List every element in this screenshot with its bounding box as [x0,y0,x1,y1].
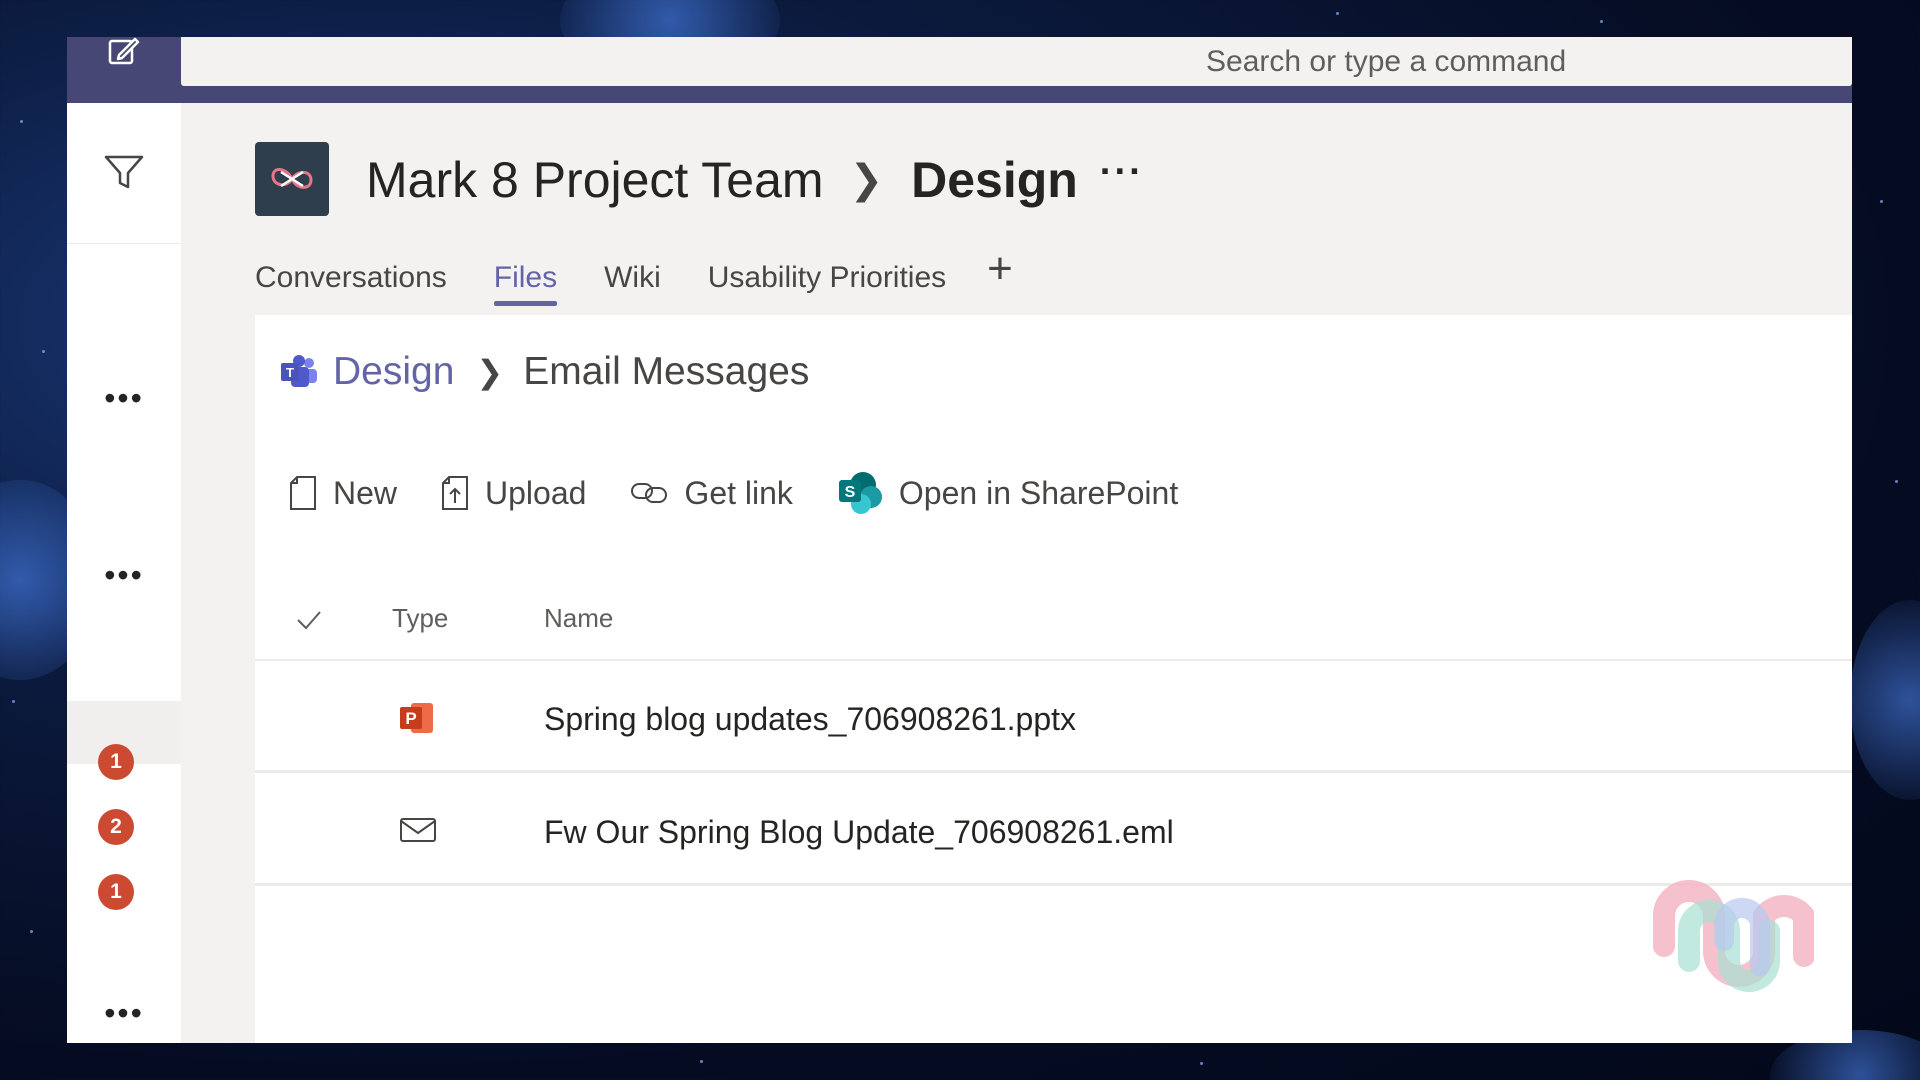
search-input[interactable] [181,37,1852,86]
svg-text:P: P [405,709,416,728]
filter-button[interactable] [67,103,181,244]
table-row[interactable]: P Spring blog updates_706908261.pptx [255,663,1852,773]
tab-files[interactable]: Files [493,245,558,306]
new-button-label: New [333,474,398,511]
notification-badge: 1 [98,744,134,780]
sharepoint-icon: S [837,470,883,516]
top-bar [67,37,1852,103]
open-in-sharepoint-button[interactable]: S Open in SharePoint [837,470,1178,516]
tab-usability-priorities[interactable]: Usability Priorities [708,245,946,305]
teams-icon: T [281,355,317,387]
file-name[interactable]: Spring blog updates_706908261.pptx [544,701,1076,738]
more-options-icon[interactable]: ··· [1100,151,1144,194]
more-options-icon[interactable]: ••• [67,382,181,418]
filter-icon [104,155,144,189]
tab-conversations[interactable]: Conversations [255,245,447,305]
file-name[interactable]: Fw Our Spring Blog Update_706908261.eml [544,814,1174,851]
notification-badge: 2 [98,809,134,845]
left-rail: ••• ••• 1 2 1 ••• [67,103,181,1043]
breadcrumb-current: Email Messages [523,350,810,393]
select-all-checkmark-icon[interactable] [295,607,323,638]
get-link-button[interactable]: Get link [630,474,793,512]
breadcrumb-root-link[interactable]: Design [333,350,454,394]
team-name[interactable]: Mark 8 Project Team [366,151,824,209]
team-avatar [255,142,329,216]
compose-button[interactable] [67,37,181,103]
teams-window: ••• ••• 1 2 1 ••• Mark 8 Project Team ❯ … [67,37,1852,1043]
chevron-right-icon: ❯ [476,354,504,390]
new-document-icon [289,475,317,511]
column-header-type[interactable]: Type [392,603,448,634]
channel-name: Design [911,152,1078,208]
watermark-logo [1644,871,1815,1001]
notification-badge: 1 [98,874,134,910]
compose-icon [108,37,140,65]
channel-tabs: Conversations Files Wiki Usability Prior… [255,245,1013,306]
upload-button-label: Upload [485,474,587,511]
team-logo-icon [271,168,313,189]
table-row[interactable]: Fw Our Spring Blog Update_706908261.eml [255,776,1852,886]
link-icon [630,480,668,506]
add-tab-icon[interactable]: + [987,245,1013,291]
open-in-sharepoint-label: Open in SharePoint [898,474,1179,511]
main-content: Mark 8 Project Team ❯ Design ··· Convers… [181,103,1852,1043]
svg-text:S: S [845,484,856,501]
files-toolbar: New Upload Get link S Open in SharePoint [289,465,1222,521]
more-options-icon[interactable]: ••• [67,997,181,1033]
upload-button[interactable]: Upload [441,475,586,512]
tab-wiki[interactable]: Wiki [604,245,661,305]
page-title: Mark 8 Project Team ❯ Design ··· [366,143,1144,217]
new-button[interactable]: New [289,475,397,512]
svg-text:T: T [286,365,294,380]
search-box[interactable] [181,37,1852,86]
email-icon [399,814,437,851]
breadcrumb: T Design ❯ Email Messages [281,347,809,397]
get-link-button-label: Get link [684,474,793,511]
powerpoint-icon: P [399,701,435,743]
files-panel: T Design ❯ Email Messages New Upload Get… [255,315,1852,1043]
file-list-header: Type Name [255,581,1852,661]
chevron-right-icon: ❯ [849,158,884,202]
upload-icon [441,475,469,511]
more-options-icon[interactable]: ••• [67,559,181,595]
column-header-name[interactable]: Name [544,603,613,634]
